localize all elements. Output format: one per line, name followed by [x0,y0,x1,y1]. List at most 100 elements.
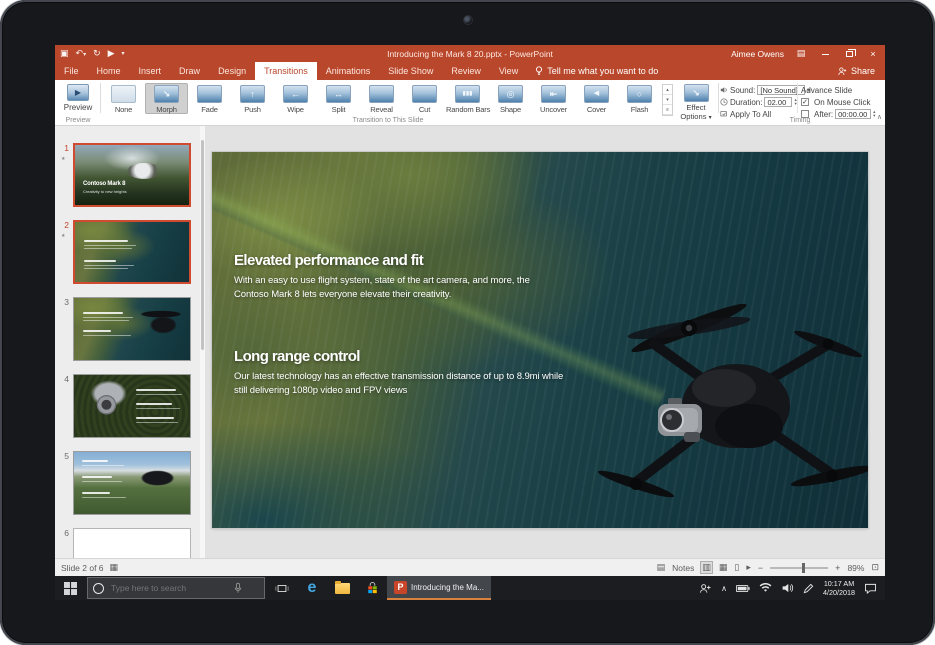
transition-reveal-icon [369,85,394,103]
close-button[interactable]: × [866,49,880,59]
transition-shape[interactable]: ◎Shape [489,83,532,114]
transition-fade[interactable]: Fade [188,83,231,114]
save-icon[interactable]: ▣ [60,48,69,59]
thumbnail-text-placeholder [82,492,110,494]
transition-flash-icon: ○ [627,85,652,103]
wifi-icon[interactable] [759,583,772,593]
slide-thumbnail-4[interactable] [73,374,191,438]
thumbnail-text-placeholder [84,265,134,266]
zoom-slider[interactable] [770,567,828,569]
tab-home[interactable]: Home [88,62,130,80]
tab-file[interactable]: File [55,62,88,80]
transition-uncover[interactable]: ⇤Uncover [532,83,575,114]
tab-design[interactable]: Design [209,62,255,80]
microphone-icon[interactable] [234,582,242,594]
store-button[interactable] [357,576,387,600]
current-slide[interactable]: Elevated performance and fit With an eas… [212,152,868,528]
task-view-button[interactable] [267,576,297,600]
transition-none[interactable]: None [102,83,145,114]
transition-cover[interactable]: ◀Cover [575,83,618,114]
powerpoint-task-button[interactable]: P Introducing the Ma... [387,576,491,600]
repeat-icon[interactable]: ↻ [93,48,101,59]
signed-in-user[interactable]: Aimee Owens [731,49,784,59]
notes-button[interactable]: Notes [672,563,694,573]
undo-icon[interactable]: ↶▾ [76,48,87,59]
slide-text-block-1[interactable]: Elevated performance and fit With an eas… [234,252,564,303]
on-mouse-click-checkbox[interactable]: ✓ [801,98,809,106]
slide-thumbnail-6[interactable] [73,528,191,558]
transition-wipe[interactable]: ←Wipe [274,83,317,114]
notes-icon[interactable]: ▤ [657,562,666,573]
sound-select[interactable]: [No Sound] [757,85,805,95]
battery-icon[interactable] [736,584,750,593]
start-button[interactable] [55,576,85,600]
tell-me-box[interactable]: Tell me what you want to do [527,62,666,80]
taskbar-clock[interactable]: 10:17 AM 4/20/2018 [823,579,855,598]
gallery-down-icon[interactable]: ▾ [663,95,672,105]
slide-body: Our latest technology has an effective t… [234,370,564,399]
tab-slide-show[interactable]: Slide Show [379,62,442,80]
edge-button[interactable]: e [297,576,327,600]
tab-view[interactable]: View [490,62,527,80]
tab-insert[interactable]: Insert [130,62,171,80]
thumbnail-text-placeholder [84,268,128,269]
tab-transitions[interactable]: Transitions [255,62,317,80]
transition-random-bars[interactable]: ▮▮▮Random Bars [446,83,489,114]
transition-morph[interactable]: ↘Morph [145,83,188,114]
reading-view-icon[interactable]: ▯ [734,562,739,573]
restore-button[interactable] [842,49,856,59]
slide-thumbnail-3[interactable] [73,297,191,361]
accessibility-status-icon[interactable]: ▦ [110,562,119,573]
zoom-in-icon[interactable]: + [835,563,840,573]
gallery-scrollbar[interactable]: ▴ ▾ ≡ [662,84,673,116]
transition-push[interactable]: ↑Push [231,83,274,114]
duration-input[interactable]: 02.00 [764,97,792,107]
gallery-more-icon[interactable]: ≡ [663,105,672,115]
search-input[interactable] [109,582,229,594]
slide-text-block-2[interactable]: Long range control Our latest technology… [234,348,564,399]
slide-thumbnail-5[interactable] [73,451,191,515]
minimize-button[interactable] [818,49,832,59]
slideshow-view-icon[interactable]: ▸ [746,562,751,573]
edge-icon: e [308,580,317,596]
group-label-timing: Timing [720,117,880,124]
normal-view-icon[interactable]: ▥ [701,562,712,573]
taskbar-search[interactable] [87,577,265,599]
tray-chevron-up-icon[interactable]: ∧ [721,584,727,593]
transition-flash[interactable]: ○Flash [618,83,661,114]
panel-scrollbar-thumb[interactable] [201,140,204,350]
share-button[interactable]: Share [838,62,885,80]
gallery-up-icon[interactable]: ▴ [663,85,672,95]
zoom-out-icon[interactable]: − [758,563,763,573]
fit-to-window-icon[interactable]: ⊡ [871,562,879,573]
customize-qat-icon[interactable]: ▾ [122,50,125,57]
people-icon[interactable] [699,583,712,594]
zoom-slider-thumb[interactable] [802,563,805,573]
transition-reveal[interactable]: Reveal [360,83,403,114]
slide-number: 5 [57,451,69,461]
slide-thumbnail-2[interactable] [73,220,191,284]
tab-draw[interactable]: Draw [170,62,209,80]
preview-button[interactable]: ▶ Preview [60,84,96,112]
zoom-percent[interactable]: 89% [847,563,864,573]
transition-label: Morph [145,105,188,114]
slide-indicator: Slide 2 of 6 [61,563,104,573]
collapse-ribbon-icon[interactable]: ∧ [877,113,882,121]
transition-split[interactable]: ↔Split [317,83,360,114]
slide-thumbnail-1[interactable]: Contoso Mark 8 Creativity to new heights [73,143,191,207]
powerpoint-task-label: Introducing the Ma... [411,583,484,592]
thumbnail-drone [127,163,161,179]
tab-review[interactable]: Review [442,62,490,80]
undo-dropdown-icon[interactable]: ▾ [83,52,86,58]
effect-options-button[interactable]: ↘ Effect Options ▾ [676,84,716,123]
volume-icon[interactable] [781,583,794,593]
transition-cut[interactable]: Cut [403,83,446,114]
pen-icon[interactable] [803,583,814,594]
file-explorer-button[interactable] [327,576,357,600]
restore-icon [846,51,853,57]
start-presentation-icon[interactable]: ▶ [108,48,115,59]
ribbon-display-options-icon[interactable]: ▤ [794,48,808,59]
action-center-icon[interactable] [864,583,877,594]
slide-sorter-view-icon[interactable]: ▦ [719,562,728,573]
tab-animations[interactable]: Animations [317,62,380,80]
